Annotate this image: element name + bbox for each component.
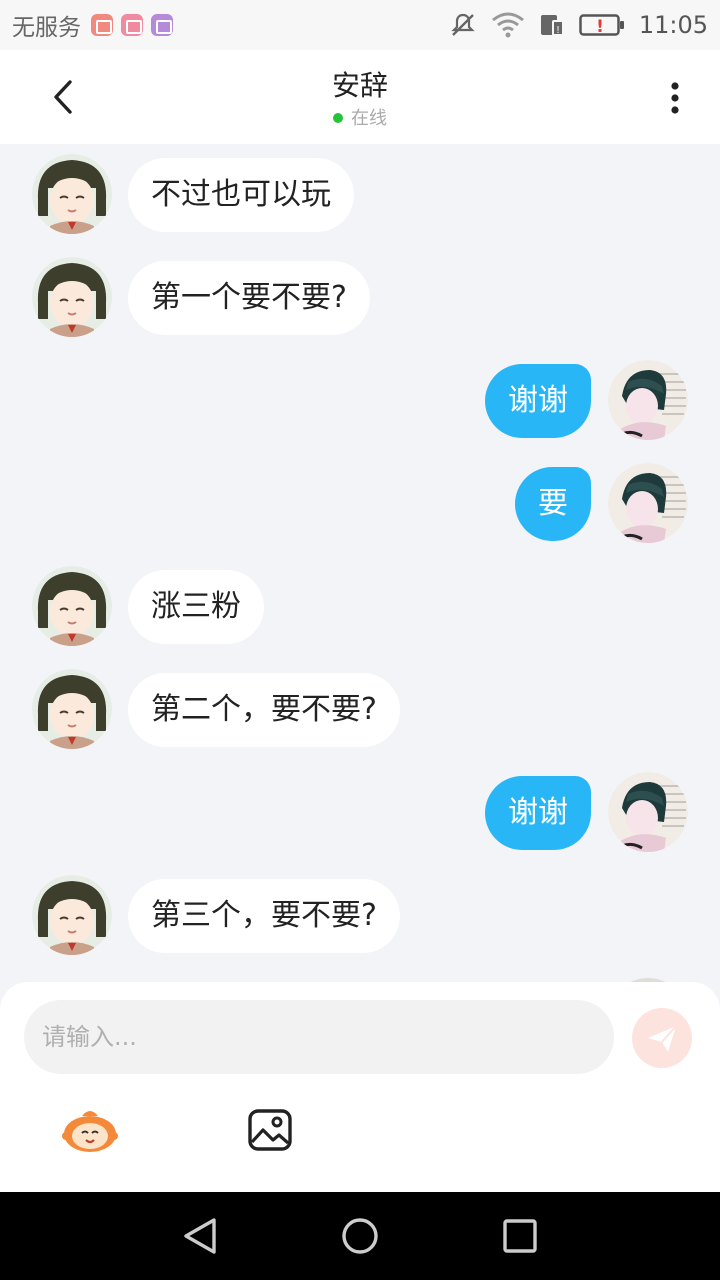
message-bubble[interactable]: 第三个，要不要? — [128, 879, 400, 953]
gallery-icon — [151, 14, 173, 36]
online-status-text: 在线 — [351, 108, 387, 129]
status-bar: 无服务 ! ! 11:05 — [0, 0, 720, 50]
back-triangle-icon — [184, 1218, 216, 1254]
contact-name: 安辞 — [331, 69, 388, 102]
message-bubble[interactable]: 涨三粉 — [128, 570, 264, 644]
composer — [0, 982, 720, 1192]
outgoing-message: 谢谢 — [0, 772, 720, 852]
nav-home-button[interactable] — [338, 1214, 382, 1258]
contact-avatar[interactable] — [32, 257, 112, 337]
message-bubble[interactable]: 第一个要不要? — [128, 261, 370, 335]
home-circle-icon — [342, 1218, 378, 1254]
message-input[interactable] — [24, 1000, 614, 1074]
image-button[interactable] — [246, 1108, 294, 1152]
online-status: 在线 — [0, 104, 720, 130]
outgoing-message: 要 — [0, 463, 720, 543]
message-bubble[interactable]: 谢谢 — [485, 776, 591, 850]
contact-avatar[interactable] — [32, 154, 112, 234]
chat-header: 安辞 在线 — [0, 50, 720, 144]
my-avatar[interactable] — [608, 360, 688, 440]
contact-avatar[interactable] — [32, 669, 112, 749]
recents-square-icon — [503, 1219, 537, 1253]
incoming-message: 第三个，要不要? — [0, 875, 720, 955]
image-icon — [248, 1109, 292, 1151]
contact-avatar[interactable] — [32, 875, 112, 955]
incoming-message: 第二个，要不要? — [0, 669, 720, 749]
message-list[interactable]: 不过也可以玩 第一个要不要? 谢谢要涨三粉 第二个，要不要? 谢谢 第三个，要不要? — [0, 144, 720, 982]
svg-text:!: ! — [596, 17, 604, 37]
emoji-button[interactable] — [60, 1106, 120, 1154]
incoming-message: 涨三粉 — [0, 566, 720, 646]
battery-alert-icon: ! — [579, 14, 624, 37]
nav-recents-button[interactable] — [498, 1214, 542, 1258]
my-avatar[interactable] — [608, 463, 688, 543]
outgoing-message: 谢谢 — [0, 360, 720, 440]
send-button[interactable] — [632, 1008, 692, 1068]
send-icon — [648, 1025, 677, 1052]
wifi-icon — [491, 12, 524, 38]
mute-icon — [451, 13, 475, 36]
sim-icon: ! — [540, 15, 564, 36]
more-vertical-icon — [671, 82, 679, 114]
svg-text:!: ! — [556, 25, 560, 36]
phone-icon — [121, 14, 143, 36]
message-bubble[interactable]: 不过也可以玩 — [128, 158, 354, 232]
message-bubble[interactable]: 要 — [515, 467, 591, 541]
message-bubble[interactable]: 谢谢 — [485, 364, 591, 438]
incoming-message: 不过也可以玩 — [0, 154, 720, 234]
clock: 11:05 — [638, 11, 708, 39]
emoji-mascot-icon — [62, 1111, 118, 1152]
incoming-message: 第一个要不要? — [0, 257, 720, 337]
my-avatar[interactable] — [608, 772, 688, 852]
more-options-button[interactable] — [660, 78, 690, 118]
message-bubble[interactable]: 第二个，要不要? — [128, 673, 400, 747]
system-nav-bar — [0, 1192, 720, 1280]
nav-back-button[interactable] — [178, 1214, 222, 1258]
online-dot — [333, 113, 343, 123]
carrier-text: 无服务 — [12, 15, 81, 41]
contact-avatar[interactable] — [32, 566, 112, 646]
mail-icon — [91, 14, 113, 36]
